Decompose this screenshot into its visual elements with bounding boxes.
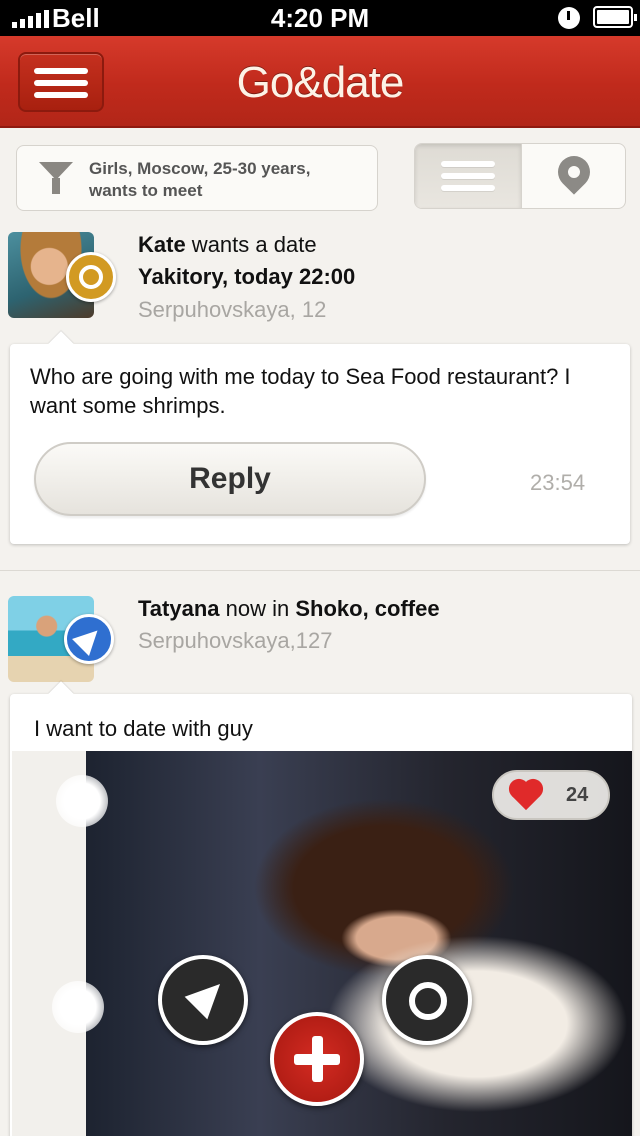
view-toggle: [414, 143, 626, 209]
add-button[interactable]: [270, 1012, 364, 1106]
like-count: 24: [566, 784, 589, 806]
filter-funnel-icon: [39, 162, 73, 194]
card-pointer: [48, 331, 74, 357]
navigation-arrow-icon: [72, 622, 106, 656]
location-badge-icon: [64, 614, 114, 664]
post-action: wants a date: [185, 232, 317, 257]
heart-icon: [511, 781, 541, 811]
date-icon: [409, 982, 447, 1020]
mirror-light: [56, 775, 108, 827]
filter-button[interactable]: Girls, Moscow, 25-30 years, wants to mee…: [16, 145, 378, 211]
post-headline: Kate wants a date: [138, 232, 317, 258]
map-view-button[interactable]: [521, 144, 625, 208]
filter-line-2: wants to meet: [89, 181, 203, 200]
app-title: Go&date: [236, 58, 405, 107]
post-place[interactable]: Yakitory, today 22:00: [138, 264, 355, 290]
status-time: 4:20 PM: [270, 3, 370, 33]
user-name[interactable]: Tatyana: [138, 596, 220, 621]
status-bar: Bell 4:20 PM: [0, 0, 640, 36]
filter-summary: Girls, Moscow, 25-30 years, wants to mee…: [89, 158, 369, 202]
post-address: Serpuhovskaya, 12: [138, 297, 327, 322]
like-button[interactable]: 24: [492, 770, 610, 820]
app-header: Go&date: [0, 36, 640, 128]
mirror-light: [52, 981, 104, 1033]
map-pin-icon: [551, 149, 597, 195]
battery-icon: [593, 6, 637, 28]
date-badge-icon: [66, 252, 116, 302]
date-request-button[interactable]: [382, 955, 472, 1045]
user-name[interactable]: Kate: [138, 232, 186, 257]
message-text: Who are going with me today to Sea Food …: [30, 364, 571, 418]
navigation-arrow-icon: [184, 972, 232, 1020]
message-card: Who are going with me today to Sea Food …: [10, 331, 630, 544]
orientation-lock-icon: [558, 7, 580, 29]
post-action: now in: [219, 596, 296, 621]
message-text: I want to date with guy: [34, 716, 253, 741]
post-address: Serpuhovskaya,127: [138, 628, 333, 653]
post-place[interactable]: Shoko, coffee: [295, 596, 439, 621]
navigate-button[interactable]: [158, 955, 248, 1045]
list-view-button[interactable]: [415, 144, 521, 208]
card-pointer: [48, 681, 74, 707]
message-time: 23:54: [530, 470, 586, 495]
feed-divider: [0, 570, 640, 571]
post-headline: Tatyana now in Shoko, coffee: [138, 596, 440, 622]
reply-button[interactable]: Reply: [34, 442, 426, 516]
filter-line-1: Girls, Moscow, 25-30 years,: [89, 159, 311, 178]
